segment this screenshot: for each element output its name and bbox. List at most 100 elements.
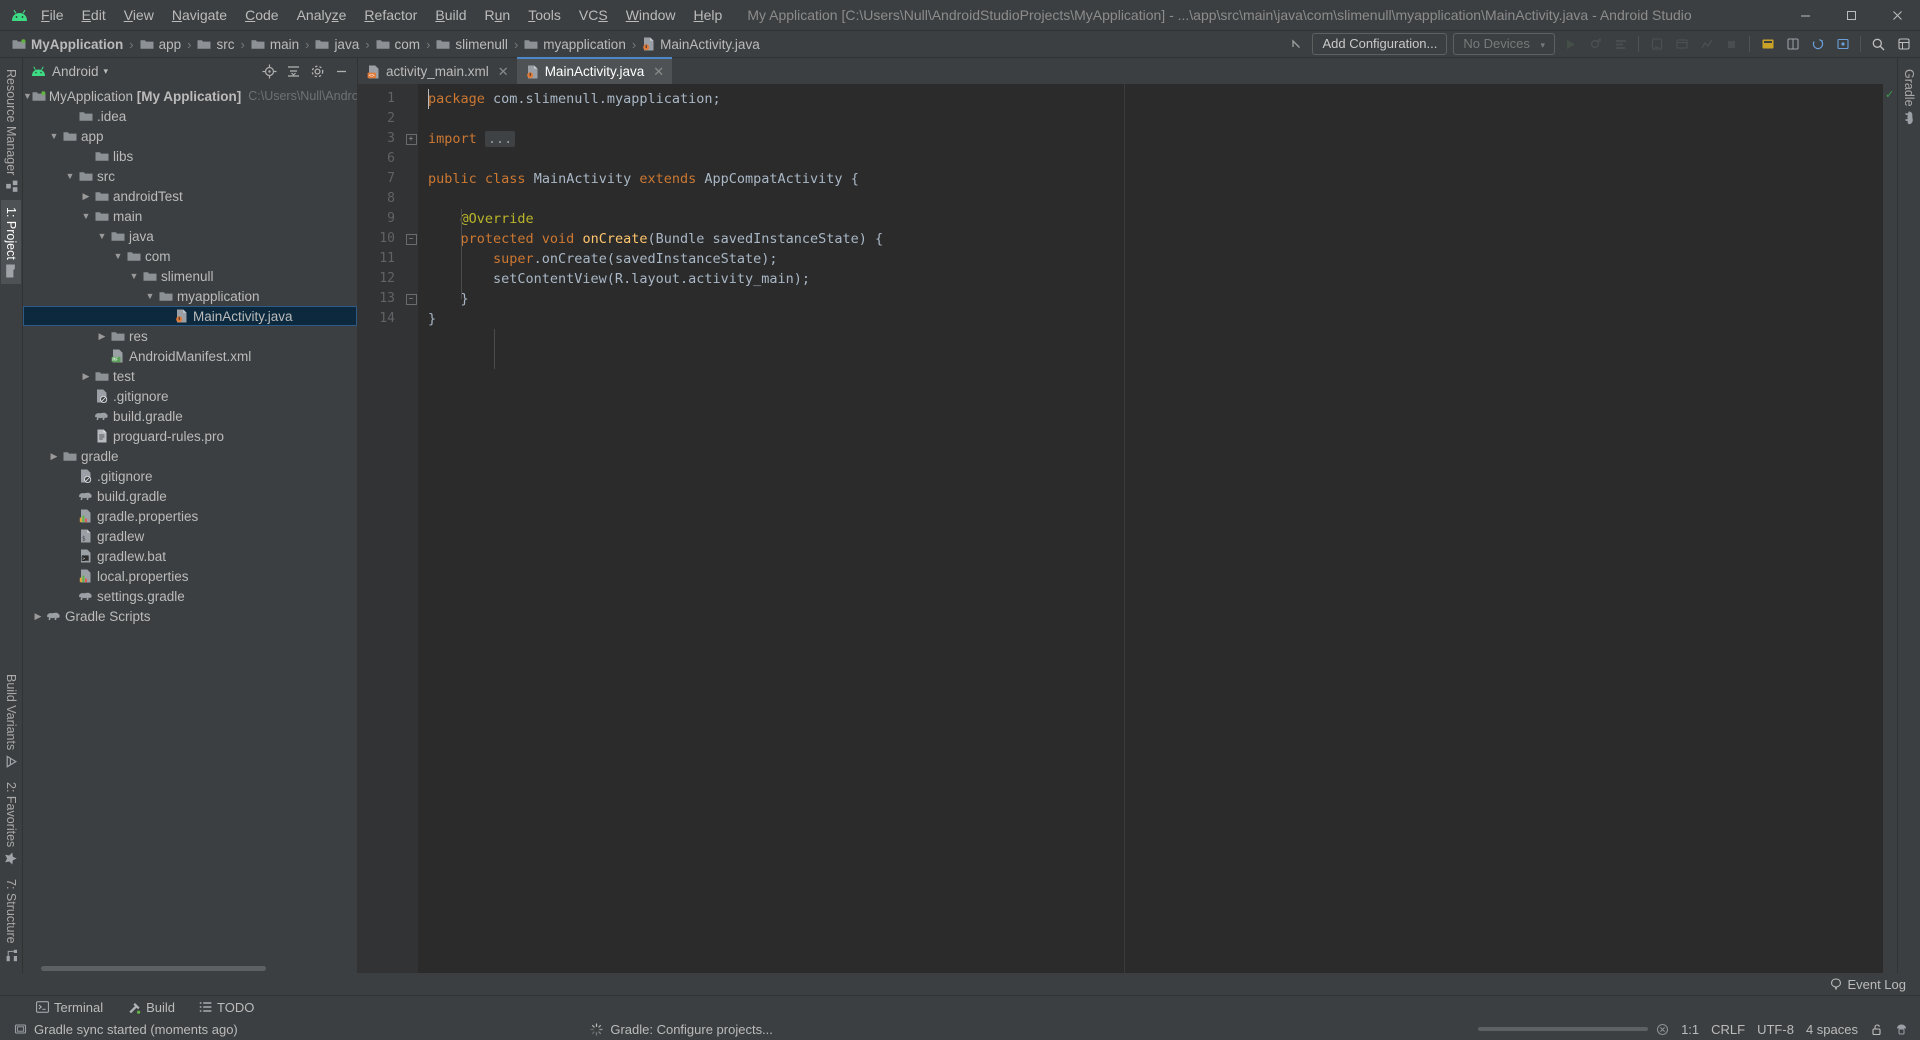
chevron-right-icon[interactable]: ▶	[47, 451, 61, 462]
breadcrumb-item-myapplication[interactable]: myapplication	[520, 31, 630, 57]
breadcrumb-item-main[interactable]: main	[247, 31, 303, 57]
project-horizontal-scrollbar[interactable]	[23, 964, 357, 973]
analysis-status-strip[interactable]: ✓	[1883, 84, 1897, 973]
tree-node[interactable]: >_ gradlew.bat	[23, 546, 357, 566]
tree-node[interactable]: ▶ gradle	[23, 446, 357, 466]
close-icon[interactable]: ✕	[498, 64, 509, 80]
tree-node[interactable]: MainActivity.java	[23, 306, 357, 326]
close-button[interactable]	[1874, 0, 1920, 30]
chevron-down-icon[interactable]: ▼	[95, 231, 109, 241]
close-icon[interactable]: ✕	[653, 64, 664, 80]
tool-window-tab-1-project[interactable]: 1: Project	[1, 200, 21, 285]
hide-panel-icon[interactable]	[329, 59, 353, 83]
caret-position[interactable]: 1:1	[1681, 1022, 1699, 1037]
menu-item-build[interactable]: Build	[426, 0, 475, 30]
debug-icon[interactable]	[1584, 33, 1607, 55]
tree-node[interactable]: .gitignore	[23, 386, 357, 406]
layout-inspector-icon[interactable]	[1756, 33, 1779, 55]
project-structure-icon[interactable]	[1781, 33, 1804, 55]
indent-setting[interactable]: 4 spaces	[1806, 1022, 1858, 1037]
code-content[interactable]: package com.slimenull.myapplication; impo…	[418, 84, 1883, 973]
avd-manager-icon[interactable]	[1645, 33, 1668, 55]
tool-window-tab-2-favorites[interactable]: 2: Favorites	[1, 775, 21, 872]
tree-node[interactable]: gradle.properties	[23, 506, 357, 526]
fold-box[interactable]: +	[405, 133, 417, 145]
file-encoding[interactable]: UTF-8	[1757, 1022, 1794, 1037]
tree-node[interactable]: local.properties	[23, 566, 357, 586]
chevron-down-icon[interactable]: ▼	[111, 251, 125, 261]
device-selector[interactable]: No Devices ▾	[1453, 33, 1555, 55]
maximize-button[interactable]	[1828, 0, 1874, 30]
stop-progress-icon[interactable]	[1656, 1023, 1669, 1036]
gradle-sync-icon[interactable]	[1806, 33, 1829, 55]
menu-item-file[interactable]: File	[32, 0, 73, 30]
breadcrumb-item-src[interactable]: src	[193, 31, 238, 57]
breadcrumb-item-com[interactable]: com	[372, 31, 425, 57]
tree-node[interactable]: libs	[23, 146, 357, 166]
stop-icon[interactable]	[1720, 33, 1743, 55]
chevron-right-icon[interactable]: ▶	[31, 611, 45, 622]
tool-window-tab-7-structure[interactable]: 7: Structure	[1, 872, 21, 969]
code-folding-column[interactable]: + − −	[404, 84, 418, 973]
menu-item-view[interactable]: View	[115, 0, 163, 30]
event-log-button[interactable]: Event Log	[1830, 977, 1906, 992]
locate-target-icon[interactable]	[257, 59, 281, 83]
chevron-down-icon[interactable]: ▼	[127, 271, 141, 281]
chevron-right-icon[interactable]: ▶	[79, 191, 93, 202]
bottom-tab-build[interactable]: Build	[115, 996, 187, 1018]
collapse-all-icon[interactable]	[281, 59, 305, 83]
tree-node[interactable]: ▼ slimenull	[23, 266, 357, 286]
fold-box[interactable]: −	[405, 233, 417, 245]
chevron-right-icon[interactable]: ▶	[79, 371, 93, 382]
menu-item-refactor[interactable]: Refactor	[355, 0, 426, 30]
tree-node[interactable]: proguard-rules.pro	[23, 426, 357, 446]
menu-item-run[interactable]: Run	[476, 0, 520, 30]
menu-item-tools[interactable]: Tools	[519, 0, 570, 30]
tree-node[interactable]: build.gradle	[23, 406, 357, 426]
tree-node[interactable]: ▼ java	[23, 226, 357, 246]
menu-item-vcs[interactable]: VCS	[570, 0, 617, 30]
breadcrumb-item-app[interactable]: app	[136, 31, 186, 57]
fold-box[interactable]: −	[405, 293, 417, 305]
tree-node[interactable]: settings.gradle	[23, 586, 357, 606]
inspection-hector-icon[interactable]	[1895, 1023, 1914, 1036]
tree-node[interactable]: .idea	[23, 106, 357, 126]
line-separator[interactable]: CRLF	[1711, 1022, 1745, 1037]
sdk-manager-icon[interactable]	[1670, 33, 1693, 55]
minimize-button[interactable]	[1782, 0, 1828, 30]
breadcrumb-item-slimenull[interactable]: slimenull	[432, 31, 512, 57]
menu-item-navigate[interactable]: Navigate	[163, 0, 236, 30]
bottom-tab-todo[interactable]: TODO	[187, 996, 266, 1018]
tree-node[interactable]: ▼ com	[23, 246, 357, 266]
unlocked-icon[interactable]	[1870, 1023, 1883, 1036]
tree-node[interactable]: ▼ src	[23, 166, 357, 186]
run-with-coverage-icon[interactable]	[1609, 33, 1632, 55]
tree-node[interactable]: ▶ test	[23, 366, 357, 386]
project-tree[interactable]: ▼ MyApplication [My Application] C:\Users\…	[23, 84, 357, 964]
chevron-down-icon[interactable]: ▾	[104, 66, 109, 77]
tool-window-tab-build-variants[interactable]: Build Variants	[1, 667, 21, 775]
chevron-right-icon[interactable]: ▶	[95, 331, 109, 342]
editor-tab-mainactivity-java[interactable]: MainActivity.java ✕	[516, 57, 673, 84]
tree-node[interactable]: .gitignore	[23, 466, 357, 486]
chevron-down-icon[interactable]: ▼	[63, 171, 77, 181]
tree-node[interactable]: build.gradle	[23, 486, 357, 506]
profiler-icon[interactable]	[1695, 33, 1718, 55]
tree-node[interactable]: MF AndroidManifest.xml	[23, 346, 357, 366]
fold-toggle-icon[interactable]: −	[404, 289, 418, 309]
tree-node[interactable]: ▼ main	[23, 206, 357, 226]
tool-window-tab-resource-manager[interactable]: Resource Manager	[1, 62, 21, 200]
chevron-down-icon[interactable]: ▼	[79, 211, 93, 221]
menu-item-analyze[interactable]: Analyze	[288, 0, 356, 30]
gear-icon[interactable]	[305, 59, 329, 83]
chevron-down-icon[interactable]: ▼	[23, 91, 32, 101]
tree-node[interactable]: ▶ res	[23, 326, 357, 346]
tree-node[interactable]: $ gradlew	[23, 526, 357, 546]
tree-node[interactable]: ▶ androidTest	[23, 186, 357, 206]
navigate-back-icon[interactable]	[1285, 33, 1308, 55]
run-icon[interactable]	[1559, 33, 1582, 55]
search-icon[interactable]	[1867, 33, 1890, 55]
fold-toggle-icon[interactable]: −	[404, 229, 418, 249]
project-view-selector-label[interactable]: Android	[52, 64, 99, 79]
breadcrumb-item-myapplication[interactable]: MyApplication	[8, 31, 127, 57]
